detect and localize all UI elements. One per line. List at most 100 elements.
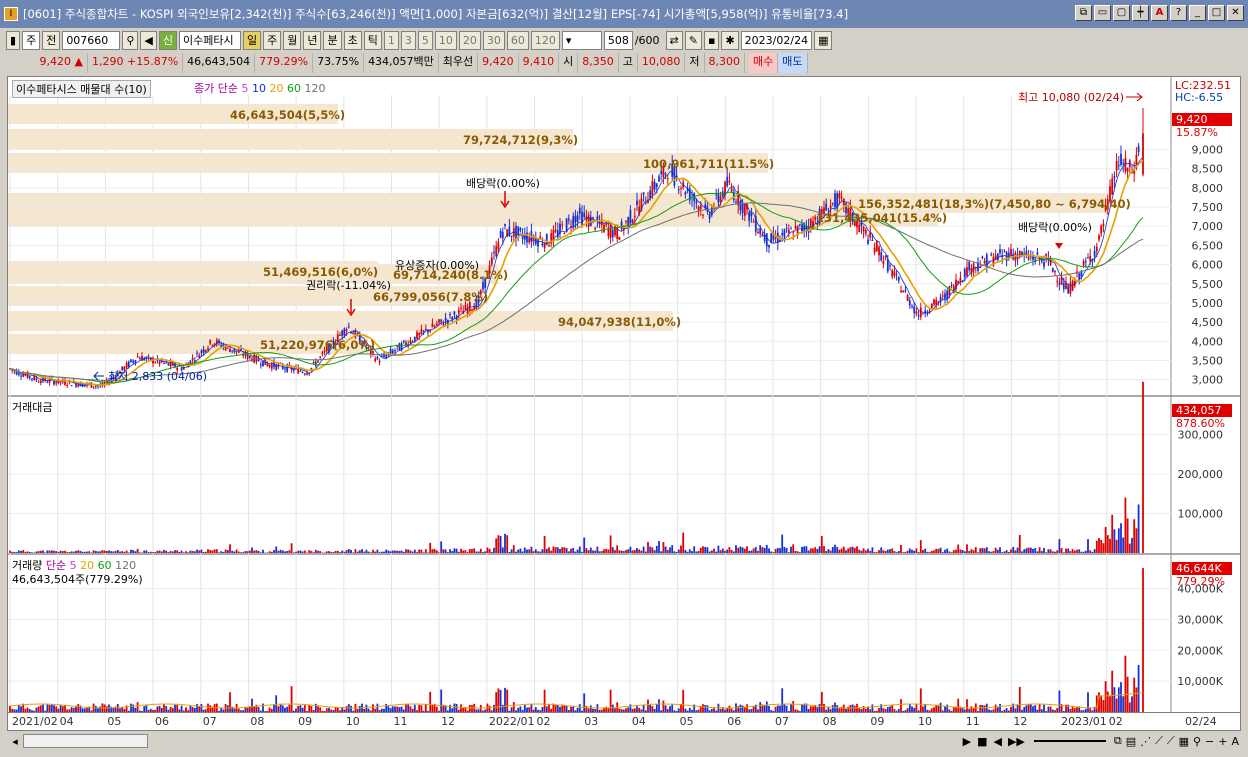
speaker-icon[interactable]: ◀ [140,30,157,50]
unit-month[interactable]: 월 [283,30,302,50]
candle [31,378,33,380]
next-icon[interactable]: ▶▶ [1005,735,1028,748]
restore-chart-icon[interactable]: ▢ [1113,5,1130,21]
volume-bar [460,704,462,712]
scrollbar[interactable]: ◂ ▶ ■ ◀ ▶▶ ⧉ ▤ ⋰ ⟋ ⟋ ▦ ⚲ − + A [7,732,1241,750]
draw-icon[interactable]: ⋰ [1138,735,1153,748]
time-axis-label: 04 [59,715,74,728]
interval-dropdown[interactable]: ▾ [561,30,602,50]
order-icon[interactable]: ⇄ [665,30,683,50]
volume-bar [658,699,660,712]
volume-bar [1106,691,1109,712]
volume-bar [741,705,744,712]
settings-icon[interactable]: ✱ [721,30,739,50]
minimize-button[interactable]: _ [1189,5,1206,21]
volume-tick-label: 20,000K [1177,644,1223,657]
prev-button[interactable]: 전 [42,30,61,50]
amount-bar [352,552,355,553]
interval-20[interactable]: 20 [458,30,481,50]
font-icon[interactable]: A [1151,5,1168,21]
save-icon[interactable]: ▪ [703,30,720,50]
interval-120[interactable]: 120 [530,30,560,50]
time-axis-label: 2023/01 [1061,715,1107,728]
amount-bar [435,550,438,553]
period-select[interactable]: 주 [22,30,41,50]
amount-bar [772,552,775,553]
scroll-left-icon[interactable]: ◂ [7,735,23,748]
minimize-chart-icon[interactable]: ▭ [1094,5,1111,21]
link-icon[interactable]: ⧉ [1075,5,1092,21]
volume-bar [794,709,797,712]
scroll-track[interactable] [148,734,960,748]
amount-bar [61,551,64,553]
volume-profile-bar [8,207,938,227]
buy-button[interactable]: 매수 [749,53,779,73]
unit-tick[interactable]: 틱 [363,30,382,50]
search-icon[interactable]: ⚲ [122,30,139,50]
amount-bar [308,550,311,553]
zoom-in-icon[interactable]: + [1216,735,1229,748]
amount-bar [666,550,669,553]
stop-icon[interactable]: ■ [974,735,990,748]
volume-bar [691,709,693,712]
scroll-thumb[interactable] [23,734,148,748]
amount-bar [988,551,990,553]
fit-icon[interactable]: ⧉ [1112,734,1124,748]
pin-icon[interactable]: ┿ [1132,5,1149,21]
candle [968,261,971,271]
unit-second[interactable]: 초 [343,30,362,50]
amount-bar [490,551,493,553]
volume-bar [913,707,916,712]
unit-year[interactable]: 년 [303,30,322,50]
interval-30[interactable]: 30 [482,30,505,50]
volume-bar [730,708,733,712]
line-icon[interactable]: ⟋ [1153,734,1165,748]
volume-bar [559,706,561,712]
interval-5[interactable]: 5 [417,30,433,50]
candle [563,233,566,235]
amount-bar [152,552,154,553]
amount-bar [336,550,339,553]
text-icon[interactable]: A [1229,735,1241,748]
candle [990,254,993,256]
interval-10[interactable]: 10 [434,30,457,50]
chart-area[interactable]: 9,000 8,500 8,000 7,500 7,000 6,500 6,000 5,500… [7,76,1241,713]
volume-bar [1104,681,1107,712]
zoom-icon[interactable]: ⚲ [1191,735,1203,748]
amount-bar [295,551,297,553]
maximize-button[interactable]: □ [1208,5,1225,21]
interval-1[interactable]: 1 [383,30,399,50]
date-input[interactable]: 2023/02/24 [740,30,813,50]
candle [629,209,632,224]
sell-button[interactable]: 매도 [778,53,808,73]
chart-canvas[interactable]: 9,000 8,500 8,000 7,500 7,000 6,500 6,000 5,500… [8,77,1240,712]
unit-week[interactable]: 주 [263,30,282,50]
amount-bar [189,550,192,553]
count-input[interactable]: 508 [603,30,633,50]
interval-60[interactable]: 60 [506,30,529,50]
volume-bar [160,708,163,712]
volume-bar [1062,710,1065,712]
amount-bar [908,548,911,553]
unit-day[interactable]: 일 [242,30,262,50]
volume-bar [1014,708,1017,712]
close-button[interactable]: ✕ [1227,5,1244,21]
prev-icon[interactable]: ◀ [991,735,1005,748]
tool-icon[interactable]: ✎ [684,30,702,50]
layout-icon[interactable]: ▤ [1124,735,1138,748]
amount-bar [640,550,643,553]
grid-icon[interactable]: ▦ [1177,735,1191,748]
zoom-slider[interactable] [1033,740,1106,742]
zoom-out-icon[interactable]: − [1203,735,1216,748]
unit-minute[interactable]: 분 [323,30,342,50]
stock-code-input[interactable]: 007660 [62,30,121,50]
interval-3[interactable]: 3 [400,30,416,50]
chart-menu-icon[interactable]: ▮ [6,30,21,50]
trend-icon[interactable]: ⟋ [1165,734,1177,748]
help-icon[interactable]: ? [1170,5,1187,21]
volume-bar [565,705,568,712]
amount-bar [94,550,97,553]
amount-bar [191,550,194,553]
calendar-icon[interactable]: ▦ [814,30,833,50]
play-icon[interactable]: ▶ [960,735,974,748]
